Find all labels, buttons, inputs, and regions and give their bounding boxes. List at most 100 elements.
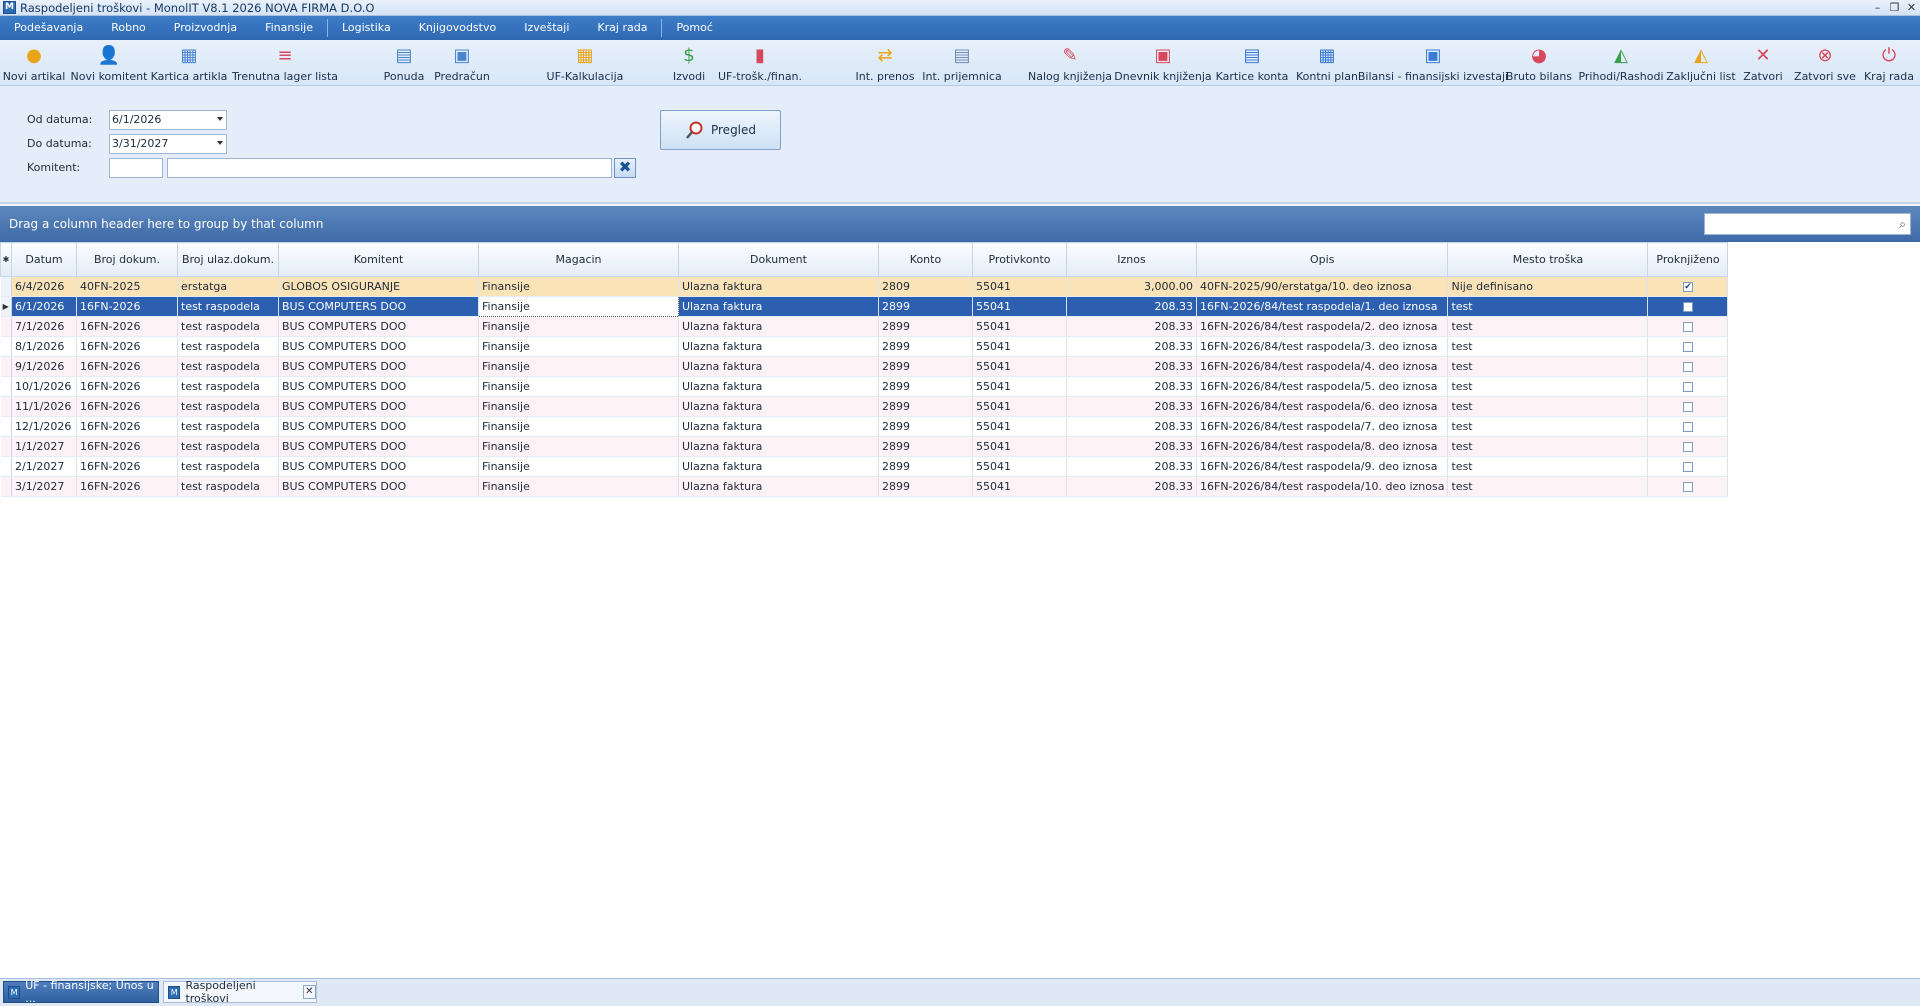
cell-description[interactable]: 16FN-2026/84/test raspodela/7. deo iznos… [1196,416,1449,437]
posted-checkbox[interactable] [1682,322,1693,332]
cell-cost-center[interactable]: test [1447,396,1649,417]
cell-amount[interactable]: 208.33 [1066,336,1197,357]
column-header-warehouse[interactable]: Magacin [478,242,679,277]
cell-account[interactable]: 2899 [878,476,973,497]
column-header-account[interactable]: Konto [878,242,973,277]
row-indicator[interactable] [0,376,12,397]
cell-document[interactable]: Ulazna faktura [678,396,879,417]
cell-counter-account[interactable]: 55041 [972,476,1067,497]
cell-warehouse[interactable]: Finansije [478,296,679,317]
chevron-down-icon[interactable] [217,117,223,121]
close-tab-icon[interactable]: ✕ [302,985,316,999]
toolbar-button-power[interactable]: ⏻ Kraj rada [1857,40,1920,86]
row-indicator[interactable] [0,436,12,457]
cell-amount[interactable]: 208.33 [1066,376,1197,397]
cell-posted[interactable] [1647,456,1729,477]
cell-document[interactable]: Ulazna faktura [678,376,879,397]
cell-document[interactable]: Ulazna faktura [678,416,879,437]
cell-document[interactable]: Ulazna faktura [678,336,879,357]
cell-description[interactable]: 16FN-2026/84/test raspodela/8. deo iznos… [1196,436,1449,457]
cell-cost-center[interactable]: test [1447,296,1649,317]
cell-amount[interactable]: 208.33 [1066,396,1197,417]
cell-description[interactable]: 16FN-2026/84/test raspodela/2. deo iznos… [1196,316,1449,337]
cell-account[interactable]: 2899 [878,316,973,337]
cell-input-doc-number[interactable]: test raspodela [177,396,279,417]
menu-kraj-rada[interactable]: Kraj rada [583,16,661,40]
column-header-doc-number[interactable]: Broj dokum. [76,242,178,277]
menu-proizvodnja[interactable]: Proizvodnja [160,16,251,40]
row-indicator[interactable] [0,336,12,357]
cell-posted[interactable] [1647,436,1729,457]
posted-checkbox[interactable] [1682,442,1693,452]
posted-checkbox[interactable] [1682,422,1693,432]
cell-amount[interactable]: 208.33 [1066,296,1197,317]
cell-counter-account[interactable]: 55041 [972,296,1067,317]
close-window-button[interactable]: ✕ [1903,1,1920,15]
toolbar-button-proforma[interactable]: ▣ Predračun [430,40,494,86]
cell-description[interactable]: 16FN-2026/84/test raspodela/6. deo iznos… [1196,396,1449,417]
column-header-document[interactable]: Dokument [678,242,879,277]
cell-doc-number[interactable]: 16FN-2026 [76,456,178,477]
column-header-cost-center[interactable]: Mesto troška [1447,242,1649,277]
toolbar-button-posting-journal[interactable]: ▣ Dnevnik knjiženja [1106,40,1221,86]
posted-checkbox[interactable] [1682,342,1693,352]
cell-cost-center[interactable]: test [1447,476,1649,497]
table-row[interactable]: 12/1/2026 16FN-2026 test raspodela BUS COMP… [0,416,1729,437]
cell-posted[interactable] [1647,296,1729,317]
cell-doc-number[interactable]: 16FN-2026 [76,316,178,337]
cell-description[interactable]: 16FN-2026/84/test raspodela/9. deo iznos… [1196,456,1449,477]
row-indicator[interactable] [0,316,12,337]
cell-input-doc-number[interactable]: test raspodela [177,376,279,397]
toolbar-button-stock-list[interactable]: ≡ Trenutna lager lista [218,40,352,86]
toolbar-button-close[interactable]: ✕ Zatvori [1738,40,1789,86]
cell-date[interactable]: 9/1/2026 [11,356,77,377]
cell-posted[interactable] [1647,476,1729,497]
posted-checkbox[interactable]: ✔ [1682,282,1693,292]
cell-document[interactable]: Ulazna faktura [678,276,879,297]
cell-partner[interactable]: BUS COMPUTERS DOO [278,336,479,357]
cell-date[interactable]: 3/1/2027 [11,476,77,497]
partner-code-input[interactable] [109,158,163,178]
cell-counter-account[interactable]: 55041 [972,336,1067,357]
cell-posted[interactable] [1647,356,1729,377]
cell-cost-center[interactable]: test [1447,416,1649,437]
cell-description[interactable]: 16FN-2026/84/test raspodela/10. deo izno… [1196,476,1449,497]
cell-posted[interactable] [1647,396,1729,417]
cell-account[interactable]: 2899 [878,396,973,417]
cell-account[interactable]: 2899 [878,436,973,457]
cell-date[interactable]: 11/1/2026 [11,396,77,417]
row-indicator[interactable] [0,476,12,497]
cell-input-doc-number[interactable]: test raspodela [177,456,279,477]
cell-input-doc-number[interactable]: test raspodela [177,356,279,377]
cell-warehouse[interactable]: Finansije [478,376,679,397]
cell-account[interactable]: 2899 [878,296,973,317]
cell-amount[interactable]: 208.33 [1066,316,1197,337]
row-indicator[interactable] [0,276,12,297]
cell-account[interactable]: 2899 [878,356,973,377]
cell-partner[interactable]: BUS COMPUTERS DOO [278,376,479,397]
table-row[interactable]: 7/1/2026 16FN-2026 test raspodela BUS COMPU… [0,316,1729,337]
menu-knjigovodstvo[interactable]: Knjigovodstvo [405,16,511,40]
menu-podesavanja[interactable]: Podešavanja [0,16,97,40]
cell-counter-account[interactable]: 55041 [972,316,1067,337]
clear-partner-button[interactable]: ✖ [614,158,636,178]
cell-cost-center[interactable]: Nije definisano [1447,276,1649,297]
column-header-input-doc-number[interactable]: Broj ulaz.dokum. [177,242,279,277]
column-header-amount[interactable]: Iznos [1066,242,1197,277]
cell-cost-center[interactable]: test [1447,456,1649,477]
cell-partner[interactable]: BUS COMPUTERS DOO [278,356,479,377]
cell-input-doc-number[interactable]: test raspodela [177,336,279,357]
cell-input-doc-number[interactable]: test raspodela [177,476,279,497]
menu-robno[interactable]: Robno [97,16,160,40]
toolbar-button-close-all[interactable]: ⊗ Zatvori sve [1787,40,1863,86]
cell-account[interactable]: 2899 [878,456,973,477]
partner-name-input[interactable] [167,158,612,178]
table-row[interactable]: 10/1/2026 16FN-2026 test raspodela BUS COMP… [0,376,1729,397]
cell-description[interactable]: 16FN-2026/84/test raspodela/3. deo iznos… [1196,336,1449,357]
cell-doc-number[interactable]: 16FN-2026 [76,296,178,317]
minimize-button[interactable]: – [1869,1,1886,15]
cell-account[interactable]: 2899 [878,336,973,357]
column-header-partner[interactable]: Komitent [278,242,479,277]
cell-amount[interactable]: 208.33 [1066,476,1197,497]
cell-doc-number[interactable]: 16FN-2026 [76,336,178,357]
